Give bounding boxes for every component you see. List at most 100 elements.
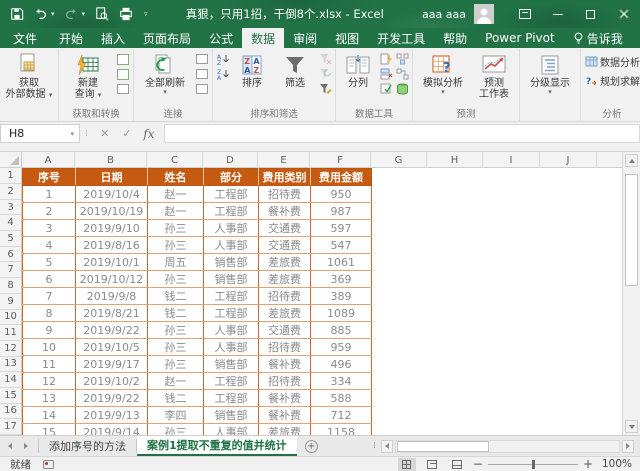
cell[interactable]: 赵一 [148, 203, 204, 220]
cell[interactable]: 工程部 [204, 288, 259, 305]
cell[interactable]: 孙三 [148, 237, 204, 254]
cell[interactable]: 孙三 [148, 339, 204, 356]
cell[interactable]: 14 [23, 407, 76, 424]
reapply-filter-icon[interactable] [318, 68, 332, 80]
column-header-J[interactable]: J [540, 152, 597, 168]
cell[interactable]: 周五 [148, 254, 204, 271]
sort-descending-icon[interactable]: ZA [216, 68, 230, 80]
scroll-left-icon[interactable] [381, 440, 393, 453]
insert-function-icon[interactable]: fx [138, 124, 160, 143]
share-button[interactable]: 共享 [633, 28, 640, 48]
cell[interactable]: 李四 [148, 407, 204, 424]
new-sheet-button[interactable]: + [297, 436, 326, 456]
cell[interactable]: 2019/9/22 [76, 322, 148, 339]
flash-fill-icon[interactable] [379, 53, 393, 65]
horizontal-scroll-thumb[interactable] [397, 441, 489, 452]
sheet-tab[interactable]: 案例1提取不重复的值并统计 [137, 436, 297, 456]
ribbon-tab[interactable]: 插入 [92, 28, 134, 48]
table-header-cell[interactable]: 费用类别 [259, 169, 311, 186]
row-header-6[interactable]: 6 [0, 247, 21, 263]
text-to-columns-button[interactable]: 分列 [339, 50, 377, 89]
cell[interactable]: 2019/10/12 [76, 271, 148, 288]
cell[interactable]: 7 [23, 288, 76, 305]
cell[interactable]: 588 [311, 390, 372, 407]
cell[interactable]: 餐补费 [259, 356, 311, 373]
cell[interactable]: 987 [311, 203, 372, 220]
cell[interactable]: 销售部 [204, 254, 259, 271]
cell[interactable]: 2019/9/13 [76, 407, 148, 424]
table-header-cell[interactable]: 姓名 [148, 169, 204, 186]
cell[interactable]: 2 [23, 203, 76, 220]
cell[interactable]: 人事部 [204, 220, 259, 237]
ribbon-display-options-icon[interactable] [508, 0, 541, 28]
cell[interactable]: 885 [311, 322, 372, 339]
cell[interactable]: 交通费 [259, 322, 311, 339]
cell[interactable]: 工程部 [204, 203, 259, 220]
cell[interactable]: 2019/8/21 [76, 305, 148, 322]
data-analysis-button[interactable]: 数据分析 [584, 54, 640, 69]
cell[interactable]: 1089 [311, 305, 372, 322]
zoom-slider-handle[interactable] [532, 460, 535, 469]
cell[interactable]: 差旅费 [259, 271, 311, 288]
select-all-corner[interactable] [0, 152, 22, 168]
ribbon-tab[interactable]: 帮助 [434, 28, 476, 48]
cell[interactable]: 2019/10/19 [76, 203, 148, 220]
cell[interactable]: 959 [311, 339, 372, 356]
cell[interactable]: 10 [23, 339, 76, 356]
table-header-cell[interactable]: 部分 [204, 169, 259, 186]
sort-button[interactable]: ZAAZ 排序 [232, 50, 272, 89]
undo-icon[interactable] [33, 7, 48, 22]
cell[interactable]: 12 [23, 373, 76, 390]
solver-button[interactable]: ? 规划求解 [584, 73, 640, 88]
cell[interactable]: 15 [23, 424, 76, 436]
cell[interactable]: 销售部 [204, 407, 259, 424]
row-header-17[interactable]: 17 [0, 419, 21, 435]
clear-filter-icon[interactable] [318, 53, 332, 65]
from-file-icon[interactable] [116, 83, 130, 95]
cell[interactable]: 工程部 [204, 373, 259, 390]
ribbon-tab[interactable]: 数据 [242, 28, 284, 48]
manage-data-model-icon[interactable] [395, 83, 409, 95]
tab-split-handle[interactable]: ⁞ [373, 441, 376, 451]
scroll-right-icon[interactable] [622, 440, 634, 453]
column-header-D[interactable]: D [203, 152, 258, 168]
cell[interactable]: 11 [23, 356, 76, 373]
cell[interactable]: 销售部 [204, 356, 259, 373]
cell[interactable]: 招待费 [259, 339, 311, 356]
ribbon-tab[interactable]: 视图 [326, 28, 368, 48]
what-if-analysis-button[interactable]: ? 模拟分析 ▾ [416, 50, 470, 96]
column-header-F[interactable]: F [310, 152, 371, 168]
name-box[interactable]: H8 ▾ [0, 124, 80, 143]
cell[interactable]: 钱二 [148, 390, 204, 407]
cell[interactable]: 4 [23, 237, 76, 254]
cell[interactable]: 差旅费 [259, 305, 311, 322]
row-header-3[interactable]: 3 [0, 200, 21, 216]
cell[interactable]: 钱二 [148, 305, 204, 322]
cell[interactable]: 工程部 [204, 390, 259, 407]
cell[interactable]: 2019/10/1 [76, 254, 148, 271]
cell[interactable]: 496 [311, 356, 372, 373]
cell[interactable]: 597 [311, 220, 372, 237]
from-table-icon[interactable] [116, 53, 130, 65]
row-header-12[interactable]: 12 [0, 341, 21, 357]
page-layout-view-button[interactable] [423, 458, 441, 471]
cell[interactable]: 人事部 [204, 237, 259, 254]
maximize-button[interactable] [574, 0, 607, 28]
sheet-tab[interactable]: 添加序号的方法 [39, 436, 136, 456]
ribbon-tab[interactable]: Power Pivot [476, 28, 564, 48]
row-header-16[interactable]: 16 [0, 404, 21, 420]
cell[interactable]: 孙三 [148, 220, 204, 237]
forecast-sheet-button[interactable]: 预测 工作表 [472, 50, 516, 100]
row-header-5[interactable]: 5 [0, 231, 21, 247]
formula-input[interactable] [164, 124, 640, 143]
zoom-percentage[interactable]: 100% [600, 458, 632, 470]
cell[interactable]: 招待费 [259, 373, 311, 390]
column-header-I[interactable]: I [483, 152, 540, 168]
formula-bar-splitter[interactable]: ⁞ [80, 129, 94, 139]
row-header-13[interactable]: 13 [0, 357, 21, 373]
cell[interactable]: 2019/9/17 [76, 356, 148, 373]
scroll-down-icon[interactable] [625, 420, 638, 433]
cell[interactable]: 712 [311, 407, 372, 424]
recent-sources-icon[interactable] [116, 68, 130, 80]
ribbon-tab[interactable]: 开发工具 [368, 28, 434, 48]
